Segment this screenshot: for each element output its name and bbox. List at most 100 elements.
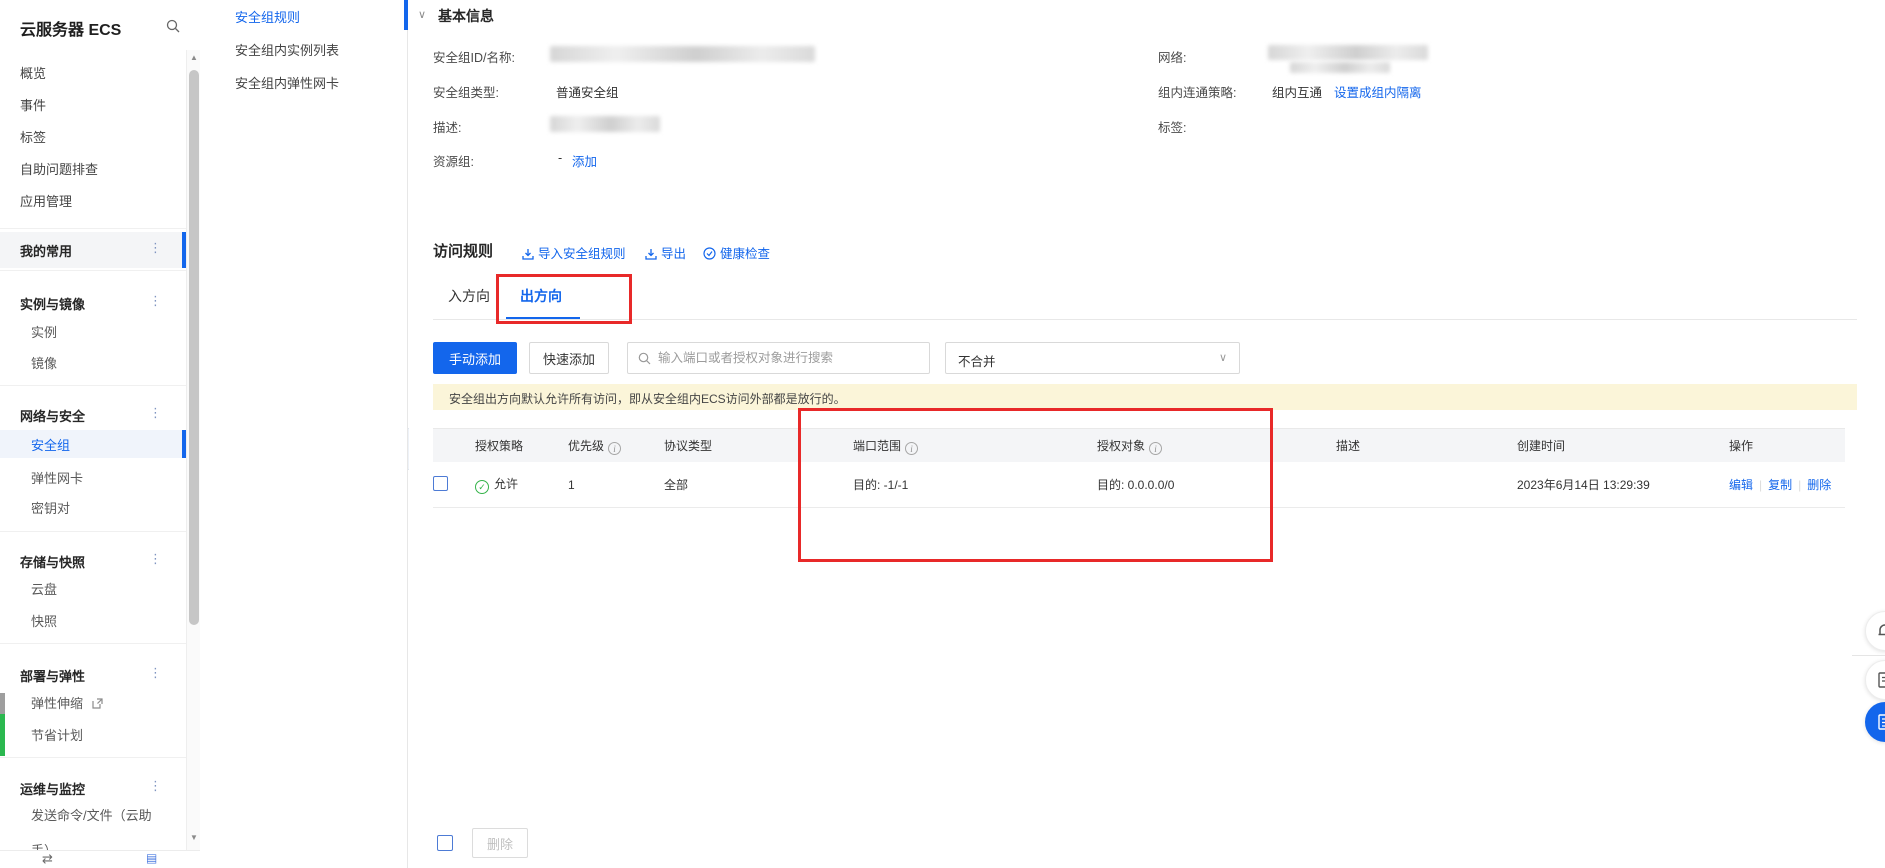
sidebar-bottom-bar: ⇄ ▤ [0, 850, 200, 868]
edge-strip-gray [0, 693, 5, 714]
subnav-item-sg-rules[interactable]: 安全组规则 [235, 7, 300, 26]
sidebar-item-auto-scaling[interactable]: 弹性伸缩 [31, 693, 103, 712]
chevron-down-icon[interactable]: ∨ [418, 8, 426, 21]
collapse-sidebar-icon[interactable]: ⇄ [42, 851, 53, 867]
sidebar-item-savings-plan[interactable]: 节省计划 [31, 725, 83, 744]
sidebar-item-instances[interactable]: 实例 [31, 322, 57, 341]
sg-id-redacted-value [550, 46, 815, 62]
info-icon[interactable]: i [905, 442, 918, 455]
sidebar-section-favorites[interactable]: 我的常用 ⋮ [0, 232, 186, 268]
subnav-item-sg-instances[interactable]: 安全组内实例列表 [235, 40, 339, 59]
layout-panel-icon[interactable]: ▤ [146, 851, 157, 865]
main-content: ∨ 基本信息 安全组ID/名称: 安全组类型: 普通安全组 描述: 资源组: -… [409, 0, 1885, 868]
health-check-link[interactable]: 健康检查 [703, 243, 770, 262]
document-icon [1875, 670, 1885, 695]
sidebar-section-storage[interactable]: 存储与快照 ⋮ [0, 548, 186, 574]
info-icon[interactable]: i [1149, 442, 1162, 455]
kebab-icon[interactable]: ⋮ [149, 293, 162, 309]
cell-target: 目的: 0.0.0.0/0 [1097, 476, 1336, 493]
scrollbar-thumb[interactable] [189, 70, 199, 625]
rules-search-input[interactable] [658, 344, 923, 372]
secondary-nav: 安全组规则 安全组内实例列表 安全组内弹性网卡 [200, 0, 408, 868]
sidebar-item-snapshots[interactable]: 快照 [31, 611, 57, 630]
scroll-down-icon[interactable]: ▼ [189, 833, 199, 842]
section-label: 部署与弹性 [20, 666, 85, 685]
section-label: 运维与监控 [20, 779, 85, 798]
sidebar-item-app-mgmt[interactable]: 应用管理 [20, 191, 72, 210]
sidebar-item-troubleshoot[interactable]: 自助问题排查 [20, 159, 98, 178]
col-actions: 操作 [1729, 437, 1845, 454]
clone-rule-link[interactable]: 复制 [1768, 478, 1792, 492]
sidebar-item-overview[interactable]: 概览 [20, 63, 46, 82]
manual-add-button[interactable]: 手动添加 [433, 342, 517, 374]
sg-id-label: 安全组ID/名称: [433, 47, 515, 66]
tab-inbound[interactable]: 入方向 [448, 286, 490, 306]
section-label: 网络与安全 [20, 406, 85, 425]
tab-outbound[interactable]: 出方向 [520, 286, 562, 306]
kebab-icon[interactable]: ⋮ [149, 405, 162, 421]
sidebar-item-security-groups[interactable]: 安全组 [0, 430, 186, 458]
active-item-label: 安全组 [31, 435, 70, 454]
sg-type-label: 安全组类型: [433, 82, 499, 101]
sidebar-item-tags[interactable]: 标签 [20, 127, 46, 146]
sidebar-scrollbar[interactable]: ▲ ▼ [186, 50, 200, 850]
search-icon [638, 352, 651, 365]
select-all-checkbox[interactable] [437, 835, 453, 851]
floating-separator [1852, 655, 1885, 656]
kebab-icon[interactable]: ⋮ [149, 240, 162, 256]
allow-check-icon: ✓ [475, 480, 489, 494]
sidebar-item-enis[interactable]: 弹性网卡 [31, 468, 83, 487]
divider [0, 643, 186, 644]
set-isolation-link[interactable]: 设置成组内隔离 [1334, 82, 1422, 101]
section-label: 存储与快照 [20, 552, 85, 571]
rules-table-header: 授权策略 优先级i 协议类型 端口范围i 授权对象i 描述 创建时间 操作 [433, 428, 1845, 462]
resource-group-label: 资源组: [433, 151, 474, 170]
sidebar-item-images[interactable]: 镜像 [31, 353, 57, 372]
import-label: 导入安全组规则 [538, 247, 626, 261]
export-icon [645, 248, 657, 260]
info-icon[interactable]: i [608, 442, 621, 455]
subnav-item-sg-enis[interactable]: 安全组内弹性网卡 [235, 73, 339, 92]
add-resource-group-link[interactable]: 添加 [572, 151, 597, 170]
scroll-up-icon[interactable]: ▲ [189, 53, 199, 62]
edge-strip-green [0, 714, 5, 756]
resource-group-value: - [558, 151, 562, 165]
col-protocol: 协议类型 [664, 437, 853, 454]
delete-rule-link[interactable]: 删除 [1807, 478, 1831, 492]
col-created: 创建时间 [1517, 437, 1729, 454]
intra-policy-value: 组内互通 [1272, 82, 1322, 101]
batch-delete-button[interactable]: 删除 [472, 828, 528, 858]
export-label: 导出 [661, 247, 686, 261]
sidebar-section-deploy-elastic[interactable]: 部署与弹性 ⋮ [0, 662, 186, 688]
col-description: 描述 [1336, 437, 1517, 454]
sidebar-section-ops-monitoring[interactable]: 运维与监控 ⋮ [0, 775, 186, 801]
import-rules-link[interactable]: 导入安全组规则 [522, 243, 626, 262]
sidebar-item-events[interactable]: 事件 [20, 95, 46, 114]
access-rules-title: 访问规则 [433, 240, 493, 261]
primary-sidebar: 云服务器 ECS 概览 事件 标签 自助问题排查 应用管理 我的常用 ⋮ 实例与… [0, 0, 200, 868]
kebab-icon[interactable]: ⋮ [149, 665, 162, 681]
section-label: 实例与镜像 [20, 294, 85, 313]
sidebar-section-network-security[interactable]: 网络与安全 ⋮ [0, 402, 186, 428]
sidebar-item-keypairs[interactable]: 密钥对 [31, 498, 70, 517]
sidebar-item-disks[interactable]: 云盘 [31, 579, 57, 598]
app-title: 云服务器 ECS [20, 16, 121, 40]
kebab-icon[interactable]: ⋮ [149, 778, 162, 794]
network-redacted-value-2 [1290, 62, 1390, 73]
col-port-range: 端口范围i [853, 437, 1097, 455]
table-row: ✓允许 1 全部 目的: -1/-1 目的: 0.0.0.0/0 2023年6月… [433, 462, 1845, 508]
merge-select[interactable]: 不合并 ∨ [945, 342, 1240, 374]
sidebar-section-instances[interactable]: 实例与镜像 ⋮ [0, 290, 186, 316]
subnav-active-indicator [404, 0, 408, 30]
col-priority: 优先级i [568, 437, 664, 455]
quick-add-button[interactable]: 快速添加 [529, 342, 609, 374]
search-icon[interactable] [166, 19, 180, 33]
edit-rule-link[interactable]: 编辑 [1729, 478, 1753, 492]
row-checkbox[interactable] [433, 476, 448, 491]
kebab-icon[interactable]: ⋮ [149, 551, 162, 567]
item-label: 弹性伸缩 [31, 696, 83, 711]
sidebar-item-cloud-assistant[interactable]: 发送命令/文件（云助 [31, 805, 152, 824]
export-rules-link[interactable]: 导出 [645, 243, 686, 262]
import-icon [522, 248, 534, 260]
divider [0, 531, 186, 532]
